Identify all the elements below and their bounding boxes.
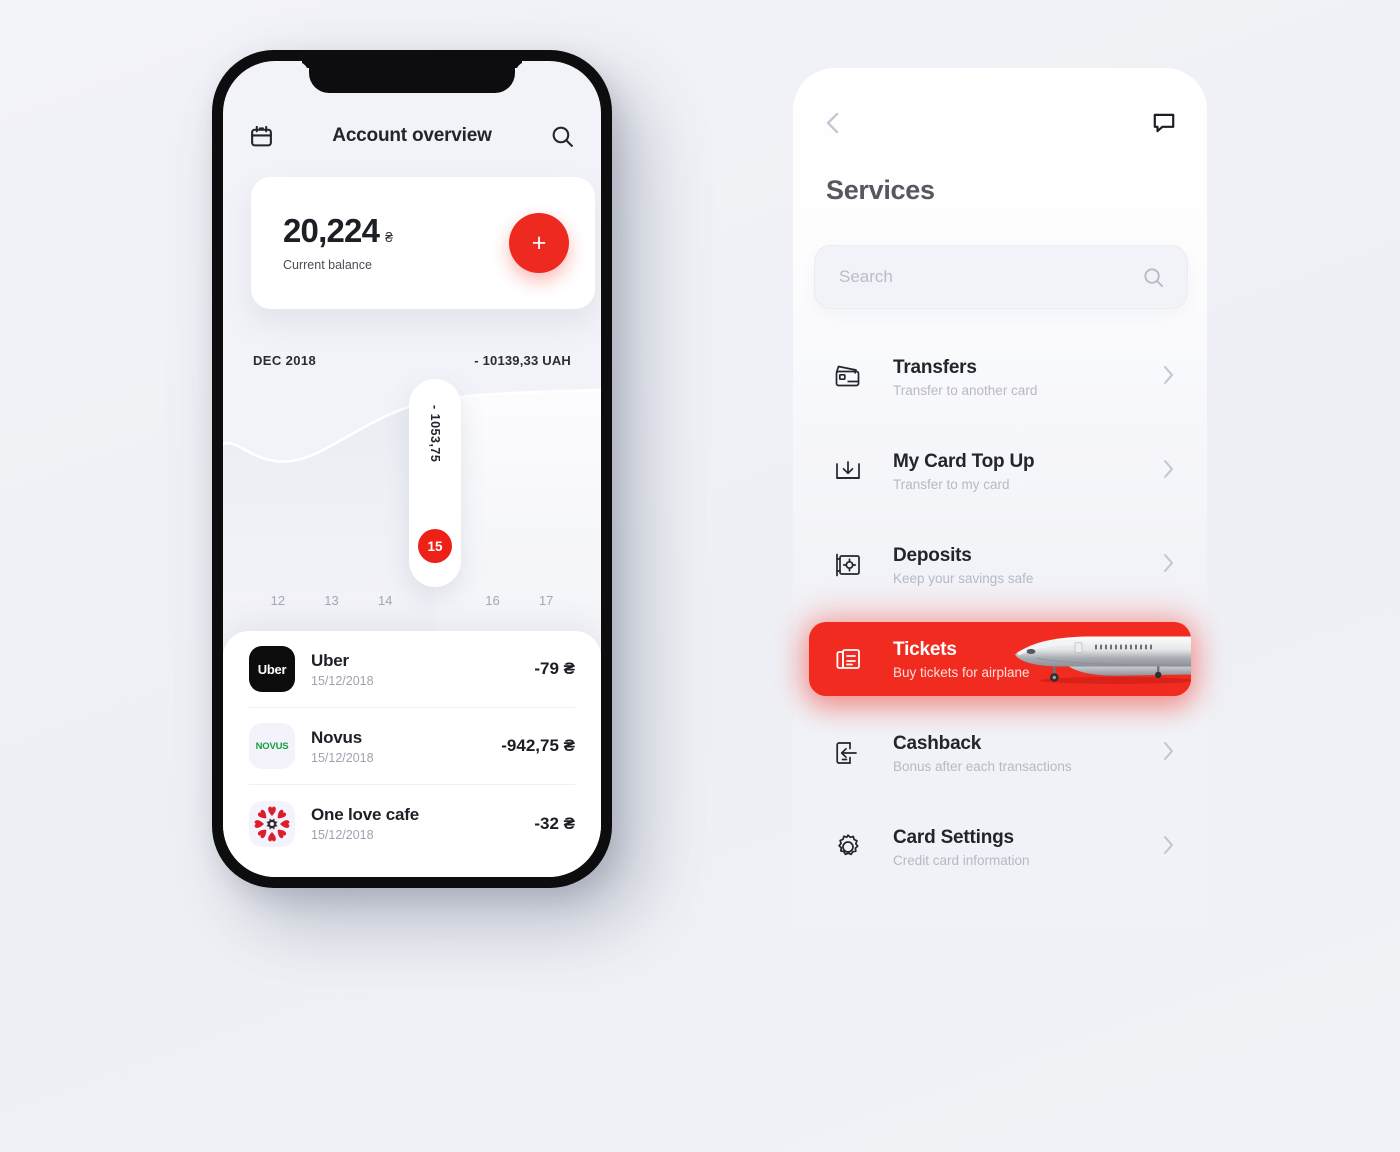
ticket-icon (825, 642, 871, 676)
balance-info: 20,224 ₴ Current balance (283, 214, 393, 272)
chevron-right-icon[interactable] (1162, 740, 1177, 767)
service-title: Cashback (893, 732, 982, 754)
page-title: Account overview (332, 125, 492, 146)
chat-bubble-icon[interactable] (1151, 110, 1177, 136)
balance-card: 20,224 ₴ Current balance + (251, 177, 595, 309)
chart-day-label[interactable]: 17 (519, 593, 573, 608)
balance-currency: ₴ (385, 229, 393, 245)
table-row[interactable]: NOVUS Novus 15/12/2018 -942,75 ₴ (249, 708, 575, 785)
transaction-date: 15/12/2018 (311, 673, 374, 688)
balance-label: Current balance (283, 258, 372, 272)
chevron-right-icon[interactable] (1162, 458, 1177, 485)
service-subtitle: Credit card information (893, 852, 1030, 868)
service-title: Card Settings (893, 826, 1014, 848)
download-icon (825, 454, 871, 488)
search-input[interactable] (839, 267, 1142, 287)
service-text: Card Settings Credit card information (871, 827, 1162, 868)
chart-day-label[interactable]: 16 (466, 593, 520, 608)
chart-month: DEC 2018 (253, 353, 317, 368)
service-title: Tickets (893, 638, 957, 660)
safe-icon (825, 548, 871, 582)
novus-logo: NOVUS (249, 723, 295, 769)
service-title: My Card Top Up (893, 450, 1035, 472)
service-text: Cashback Bonus after each transactions (871, 733, 1162, 774)
transaction-amount: -79 ₴ (534, 659, 575, 678)
chevron-left-icon[interactable] (823, 110, 843, 136)
service-text: Tickets Buy tickets for airplane (871, 639, 1177, 680)
chart-header: DEC 2018 - 10139,33 UAH (223, 353, 601, 368)
add-money-button[interactable]: + (509, 213, 569, 273)
search-icon[interactable] (1142, 266, 1165, 289)
transaction-info: Uber 15/12/2018 (295, 651, 534, 688)
chart-day-label[interactable]: 12 (251, 593, 305, 608)
balance-amount-row: 20,224 ₴ (283, 214, 393, 247)
spending-chart: DEC 2018 - 10139,33 UAH - 1053,75 15 12 … (223, 353, 601, 661)
chart-plot-area: - 1053,75 15 12 13 14 15 16 17 (223, 378, 601, 636)
uber-logo: Uber (249, 646, 295, 692)
cashback-icon (825, 736, 871, 770)
services-panel: Services Search Transfers Transfer to an… (793, 68, 1207, 928)
search-bar[interactable] (814, 245, 1188, 309)
balance-amount: 20,224 (283, 212, 380, 249)
chevron-right-icon[interactable] (1162, 552, 1177, 579)
account-header: Account overview (223, 113, 601, 159)
service-subtitle: Bonus after each transactions (893, 758, 1072, 774)
hearts-decoration-icon (254, 806, 290, 841)
service-subtitle: Transfer to another card (893, 382, 1038, 398)
transaction-info: One love cafe 15/12/2018 (295, 805, 534, 842)
search-icon[interactable] (550, 124, 575, 149)
service-item-my-card-top-up[interactable]: My Card Top Up Transfer to my card (809, 434, 1191, 508)
service-subtitle: Transfer to my card (893, 476, 1010, 492)
transaction-list: Uber Uber 15/12/2018 -79 ₴ NOVUS Novus 1… (223, 631, 601, 877)
table-row[interactable]: Uber Uber 15/12/2018 -79 ₴ (249, 631, 575, 708)
service-item-card-settings[interactable]: Card Settings Credit card information (809, 810, 1191, 884)
service-text: Transfers Transfer to another card (871, 357, 1162, 398)
phone-screen: Account overview 20,224 ₴ Current balance… (223, 61, 601, 877)
transaction-info: Novus 15/12/2018 (295, 728, 501, 765)
cards-icon (825, 360, 871, 394)
phone-notch (309, 61, 515, 93)
service-title: Deposits (893, 544, 972, 566)
chart-day-label[interactable]: 14 (358, 593, 412, 608)
service-title: Transfers (893, 356, 977, 378)
chart-day-label[interactable]: 13 (305, 593, 359, 608)
gear-icon (825, 830, 871, 864)
service-item-deposits[interactable]: Deposits Keep your savings safe (809, 528, 1191, 602)
service-item-tickets[interactable]: Tickets Buy tickets for airplane (809, 622, 1191, 696)
screenshot-canvas: Account overview 20,224 ₴ Current balance… (0, 0, 1400, 1152)
transaction-name: Novus (311, 727, 362, 747)
chart-selected-day[interactable]: 15 (418, 529, 452, 563)
transaction-name: One love cafe (311, 805, 419, 824)
service-subtitle: Keep your savings safe (893, 570, 1034, 586)
transaction-date: 15/12/2018 (311, 828, 374, 842)
services-header (793, 110, 1207, 136)
services-list: Transfers Transfer to another card My Ca… (793, 340, 1207, 904)
chevron-right-icon[interactable] (1162, 834, 1177, 861)
chart-total: - 10139,33 UAH (474, 353, 571, 368)
phone-mockup: Account overview 20,224 ₴ Current balance… (212, 50, 612, 888)
one-love-cafe-logo (249, 800, 295, 847)
transaction-date: 15/12/2018 (311, 750, 374, 765)
service-item-cashback[interactable]: Cashback Bonus after each transactions (809, 716, 1191, 790)
service-subtitle: Buy tickets for airplane (893, 664, 1030, 680)
chart-tooltip-value: - 1053,75 (428, 405, 442, 463)
service-item-transfers[interactable]: Transfers Transfer to another card (809, 340, 1191, 414)
transaction-amount: -32 ₴ (534, 813, 575, 833)
chart-day-axis: 12 13 14 15 16 17 (223, 593, 601, 608)
service-text: My Card Top Up Transfer to my card (871, 451, 1162, 492)
chevron-right-icon[interactable] (1162, 364, 1177, 391)
service-text: Deposits Keep your savings safe (871, 545, 1162, 586)
chart-tooltip: - 1053,75 15 (409, 379, 461, 587)
table-row[interactable]: One love cafe 15/12/2018 -32 ₴ (249, 785, 575, 862)
services-title: Services (826, 175, 935, 205)
transaction-amount: -942,75 ₴ (501, 736, 575, 755)
calendar-icon[interactable] (249, 124, 274, 149)
transaction-name: Uber (311, 650, 349, 670)
